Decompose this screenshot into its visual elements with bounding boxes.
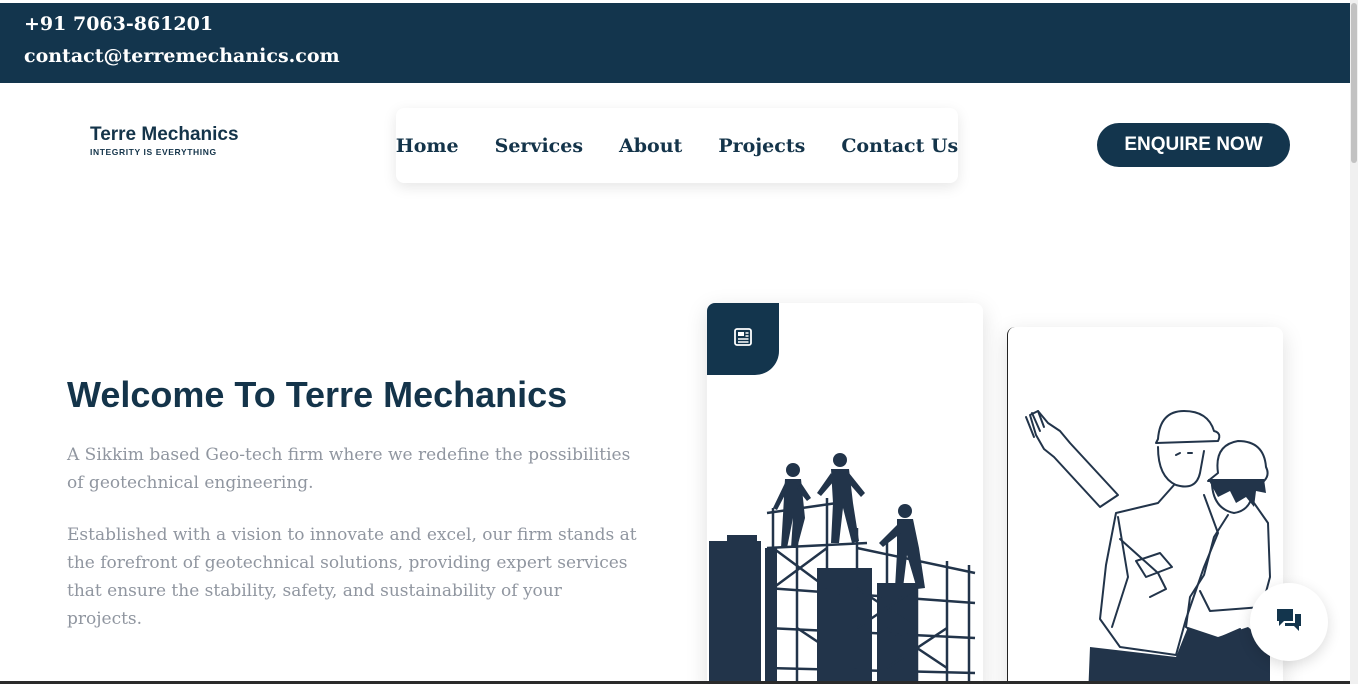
nav-services[interactable]: Services <box>495 135 583 157</box>
logo-tagline: Integrity is Everything <box>90 147 217 157</box>
scrollbar-thumb[interactable] <box>1351 3 1357 163</box>
logo-name: Terre Mechanics <box>90 124 239 145</box>
scaffold-workers-card <box>707 303 983 684</box>
chat-bubbles-icon <box>1275 607 1303 637</box>
hero-title: Welcome To Terre Mechanics <box>67 374 568 415</box>
engineers-illustration <box>1025 410 1271 684</box>
main-nav: Home Services About Projects Contact Us <box>396 108 958 183</box>
logo[interactable]: Terre Mechanics Integrity is Everything <box>90 124 239 157</box>
nav-about[interactable]: About <box>619 135 682 157</box>
engineers-card <box>1007 327 1283 684</box>
hero-paragraph-1: A Sikkim based Geo-tech firm where we re… <box>67 445 631 493</box>
hero-paragraph-2: Established with a vision to innovate an… <box>67 525 637 629</box>
nav-projects[interactable]: Projects <box>718 135 805 157</box>
page-scrollbar[interactable] <box>1350 0 1358 684</box>
chat-widget-button[interactable] <box>1250 583 1328 661</box>
nav-home[interactable]: Home <box>396 135 459 157</box>
scaffold-workers-illustration <box>709 453 976 684</box>
phone-number[interactable]: +91 7063-861201 <box>24 13 213 35</box>
enquire-now-button[interactable]: ENQUIRE NOW <box>1097 123 1290 167</box>
contact-topbar: +91 7063-861201 contact@terremechanics.c… <box>0 3 1350 83</box>
nav-contact-us[interactable]: Contact Us <box>841 135 958 157</box>
email-address[interactable]: contact@terremechanics.com <box>24 45 340 67</box>
